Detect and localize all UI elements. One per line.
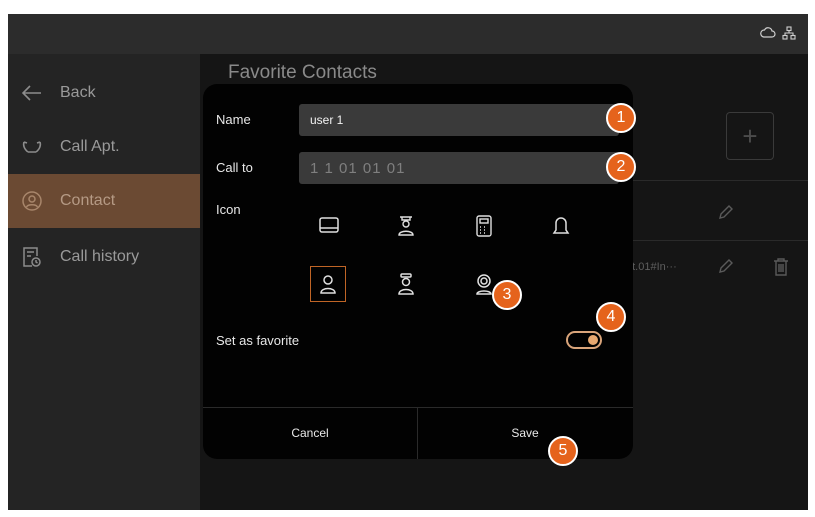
person-cap-icon[interactable] bbox=[388, 266, 424, 302]
row-divider bbox=[608, 240, 808, 241]
bell-icon[interactable] bbox=[543, 208, 579, 244]
sidebar: Back Call Apt. Contact Call history bbox=[8, 54, 200, 510]
network-icon bbox=[782, 26, 796, 40]
trash-icon[interactable] bbox=[773, 258, 789, 281]
handset-icon bbox=[20, 135, 44, 159]
monitor-icon[interactable] bbox=[311, 208, 347, 244]
keypad-icon[interactable] bbox=[466, 208, 502, 244]
sidebar-item-label: Contact bbox=[60, 192, 116, 209]
person-icon[interactable] bbox=[310, 266, 346, 302]
pencil-icon[interactable] bbox=[718, 258, 734, 279]
row-divider bbox=[608, 180, 808, 181]
sidebar-item-label: Back bbox=[60, 84, 96, 101]
save-button[interactable]: Save bbox=[418, 408, 632, 458]
cloud-icon bbox=[760, 26, 776, 40]
sidebar-item-call-apt[interactable]: Call Apt. bbox=[8, 120, 200, 174]
sidebar-item-label: Call Apt. bbox=[60, 138, 120, 155]
status-bar bbox=[8, 14, 808, 54]
arrow-left-icon bbox=[20, 81, 44, 105]
name-value: user 1 bbox=[310, 113, 344, 127]
edit-contact-dialog: Name user 1 Call to 1 1 01 01 01 Icon Se… bbox=[203, 84, 633, 459]
callout-badge: 3 bbox=[492, 280, 522, 310]
history-icon bbox=[20, 245, 44, 269]
device-screen: Back Call Apt. Contact Call history Favo… bbox=[8, 14, 808, 510]
callto-label: Call to bbox=[216, 160, 253, 175]
doorman-icon[interactable] bbox=[388, 208, 424, 244]
pencil-icon[interactable] bbox=[718, 204, 734, 225]
name-field[interactable]: user 1 bbox=[299, 104, 619, 136]
plus-icon: + bbox=[742, 120, 758, 151]
sidebar-item-call-history[interactable]: Call history bbox=[8, 230, 200, 284]
page-title: Favorite Contacts bbox=[228, 62, 377, 83]
sidebar-item-label: Call history bbox=[60, 248, 140, 265]
person-circle-icon bbox=[20, 189, 44, 213]
toggle-knob bbox=[588, 335, 598, 345]
callto-field[interactable]: 1 1 01 01 01 bbox=[299, 152, 619, 184]
add-contact-button[interactable]: + bbox=[726, 112, 774, 160]
callto-value: 1 1 01 01 01 bbox=[310, 159, 406, 177]
contact-address: pt.01#In··· bbox=[626, 261, 677, 273]
sidebar-item-back[interactable]: Back bbox=[8, 66, 200, 120]
callout-badge: 4 bbox=[596, 302, 626, 332]
favorite-toggle[interactable] bbox=[566, 331, 602, 349]
cancel-button[interactable]: Cancel bbox=[203, 408, 417, 458]
callout-badge: 2 bbox=[606, 152, 636, 182]
name-label: Name bbox=[216, 112, 251, 127]
favorite-label: Set as favorite bbox=[216, 333, 300, 348]
callout-badge: 5 bbox=[548, 436, 578, 466]
sidebar-item-contact[interactable]: Contact bbox=[8, 174, 200, 228]
icon-label: Icon bbox=[216, 202, 241, 217]
callout-badge: 1 bbox=[606, 103, 636, 133]
